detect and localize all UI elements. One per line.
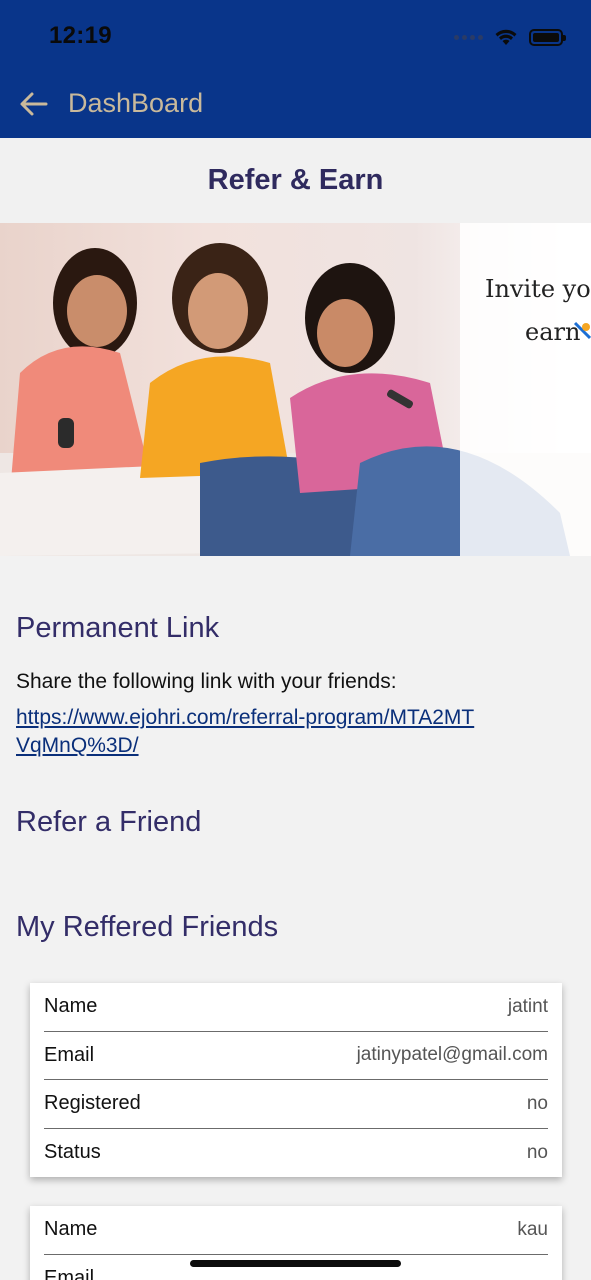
share-instructions: Share the following link with your frien… (16, 670, 397, 693)
friend-name-row: Name kau (44, 1206, 548, 1255)
name-value: jatint (507, 995, 548, 1017)
registered-value: no (526, 1092, 548, 1114)
name-label: Name (44, 995, 98, 1018)
app-header: 12:19 DashBoard (0, 0, 591, 138)
page-title: Refer & Earn (207, 164, 384, 196)
home-indicator[interactable] (190, 1260, 401, 1267)
arrow-left-icon[interactable] (18, 88, 50, 120)
status-value: no (526, 1141, 548, 1163)
page-title-bar: Refer & Earn (0, 138, 591, 223)
friend-email-row: Email (44, 1255, 548, 1280)
friend-card: Name jatint Email jatinypatel@gmail.com … (30, 983, 562, 1177)
friend-registered-row: Registered no (44, 1080, 548, 1129)
wifi-icon (495, 29, 517, 45)
registered-label: Registered (44, 1092, 141, 1115)
friend-status-row: Status no (44, 1129, 548, 1178)
cellular-signal-icon (454, 34, 483, 40)
referred-friends-heading: My Reffered Friends (16, 911, 279, 943)
banner-caption-line2: earn (525, 318, 581, 346)
battery-icon (529, 28, 566, 46)
referral-link[interactable]: https://www.ejohri.com/referral-program/… (16, 704, 486, 760)
friend-email-row: Email jatinypatel@gmail.com (44, 1032, 548, 1080)
status-icons (454, 24, 566, 50)
refer-friend-heading[interactable]: Refer a Friend (16, 806, 201, 839)
status-time: 12:19 (49, 22, 112, 49)
banner-caption-line1: Invite you (485, 275, 591, 303)
friend-name-row: Name jatint (44, 983, 548, 1032)
name-label: Name (44, 1218, 98, 1241)
email-label: Email (44, 1043, 95, 1066)
name-value: kau (517, 1218, 548, 1240)
refer-banner-image: Invite you earn (0, 223, 591, 556)
status-label: Status (44, 1141, 101, 1164)
nav-title[interactable]: DashBoard (68, 88, 203, 119)
friend-card: Name kau Email (30, 1206, 562, 1280)
email-label: Email (44, 1267, 95, 1280)
permanent-link-heading: Permanent Link (16, 612, 220, 644)
email-value: jatinypatel@gmail.com (356, 1044, 548, 1066)
friends-illustration (0, 223, 591, 556)
